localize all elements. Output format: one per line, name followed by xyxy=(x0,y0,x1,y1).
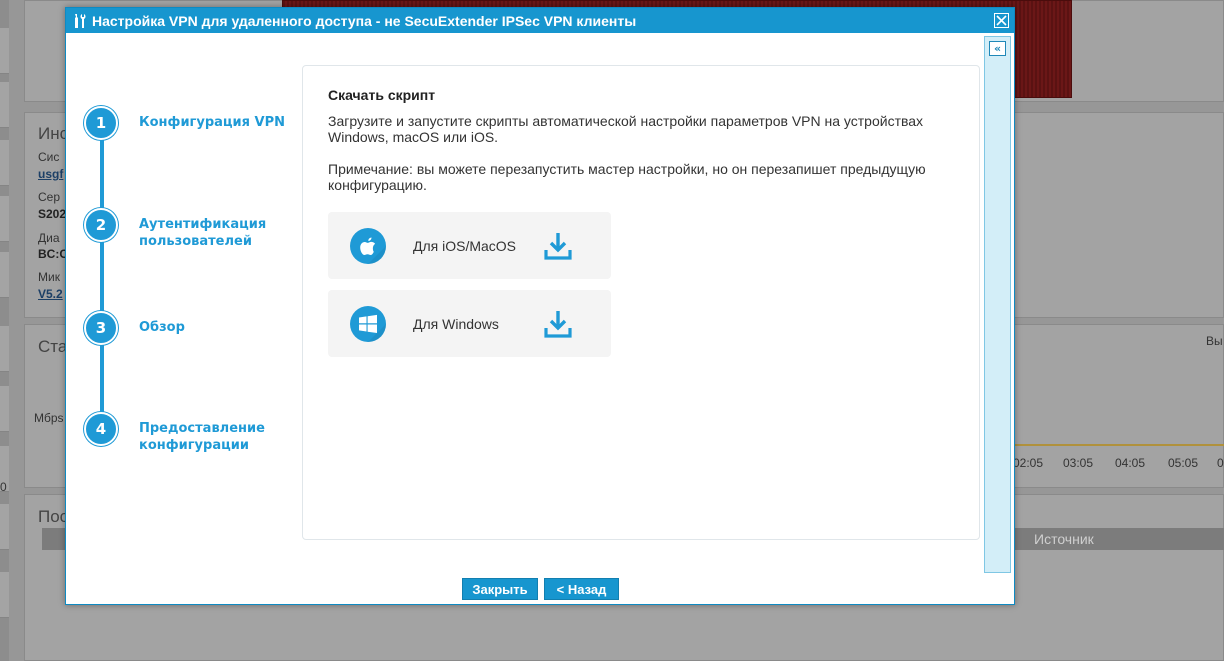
nav-item xyxy=(0,326,9,372)
step-provide-config: 4 Предоставление конфигурации xyxy=(84,412,304,454)
bg-range-value: BC:C xyxy=(38,247,68,261)
step-review: 3 Обзор xyxy=(84,311,304,345)
nav-item xyxy=(0,82,9,128)
bg-time-tick: 0 xyxy=(1217,456,1224,470)
step-label: Обзор xyxy=(139,320,185,335)
download-icon[interactable] xyxy=(543,308,573,340)
content-heading: Скачать скрипт xyxy=(328,87,436,103)
step-number: 2 xyxy=(84,208,118,242)
windows-icon xyxy=(350,305,386,342)
bg-time-tick: 02:05 xyxy=(1013,456,1044,470)
apple-icon xyxy=(350,227,386,264)
nav-item xyxy=(0,140,9,186)
bg-chart-axis xyxy=(1012,444,1224,446)
bg-micro-link: V5.2 xyxy=(38,287,63,301)
steps-connector-line xyxy=(100,121,104,439)
step-label: Аутентификация пользователей xyxy=(139,217,267,249)
content-description: Загрузите и запустите скрипты автоматиче… xyxy=(328,113,924,145)
bg-sys-label: Сис xyxy=(38,150,60,164)
vpn-wizard-dialog: Настройка VPN для удаленного доступа - н… xyxy=(65,7,1015,605)
bg-zero-label: 0 xyxy=(0,480,7,494)
bg-right-label: Вы xyxy=(1206,334,1223,348)
bg-time-tick: 05:05 xyxy=(1168,456,1199,470)
wrench-screwdriver-icon xyxy=(71,12,89,30)
nav-item xyxy=(0,28,9,74)
double-chevron-left-icon[interactable]: « xyxy=(989,41,1006,56)
bg-serial-label: Сер xyxy=(38,190,61,204)
step-number: 4 xyxy=(84,412,118,446)
bg-time-tick: 03:05 xyxy=(1063,456,1094,470)
download-label: Для iOS/MacOS xyxy=(413,237,517,254)
content-note: Примечание: вы можете перезапустить маст… xyxy=(328,161,926,193)
bg-stats-heading: Ста xyxy=(38,337,68,356)
wizard-steps: 1 Конфигурация VPN 2 Аутентификация поль… xyxy=(84,106,304,453)
bg-time-tick: 04:05 xyxy=(1115,456,1146,470)
dialog-titlebar[interactable]: Настройка VPN для удаленного доступа - н… xyxy=(66,8,1014,33)
step-number: 3 xyxy=(84,311,118,345)
nav-item xyxy=(0,196,9,242)
content-panel: Скачать скрипт Загрузите и запустите скр… xyxy=(302,65,980,540)
nav-item xyxy=(0,504,9,550)
nav-item xyxy=(0,572,9,618)
left-nav-strip xyxy=(0,0,9,661)
bg-bottom-heading: Пос xyxy=(38,507,69,526)
download-label: Для Windows xyxy=(413,315,499,332)
step-number: 1 xyxy=(84,106,118,140)
step-label: Предоставление конфигурации xyxy=(139,421,265,453)
dialog-title: Настройка VPN для удаленного доступа - н… xyxy=(92,12,637,29)
download-icon[interactable] xyxy=(543,230,573,262)
close-icon[interactable] xyxy=(994,13,1009,28)
side-help-panel: « xyxy=(984,36,1011,573)
bg-micro-label: Мик xyxy=(38,270,60,284)
bg-serial-value: S202 xyxy=(38,207,67,221)
step-user-auth: 2 Аутентификация пользователей xyxy=(84,208,304,250)
nav-item xyxy=(0,386,9,432)
bg-mbps-label: Мбрs xyxy=(34,411,64,425)
bg-sys-link: usgf xyxy=(38,167,64,181)
nav-item xyxy=(0,252,9,298)
step-label: Конфигурация VPN xyxy=(139,115,285,130)
download-windows-card[interactable]: Для Windows xyxy=(328,290,611,357)
back-button[interactable]: < Назад xyxy=(544,578,619,600)
bg-info-heading: Инс xyxy=(38,124,69,143)
bg-source-header: Источник xyxy=(1034,531,1094,547)
step-vpn-config: 1 Конфигурация VPN xyxy=(84,106,304,140)
close-button[interactable]: Закрыть xyxy=(462,578,538,600)
bg-range-label: Диа xyxy=(38,231,60,245)
download-ios-macos-card[interactable]: Для iOS/MacOS xyxy=(328,212,611,279)
